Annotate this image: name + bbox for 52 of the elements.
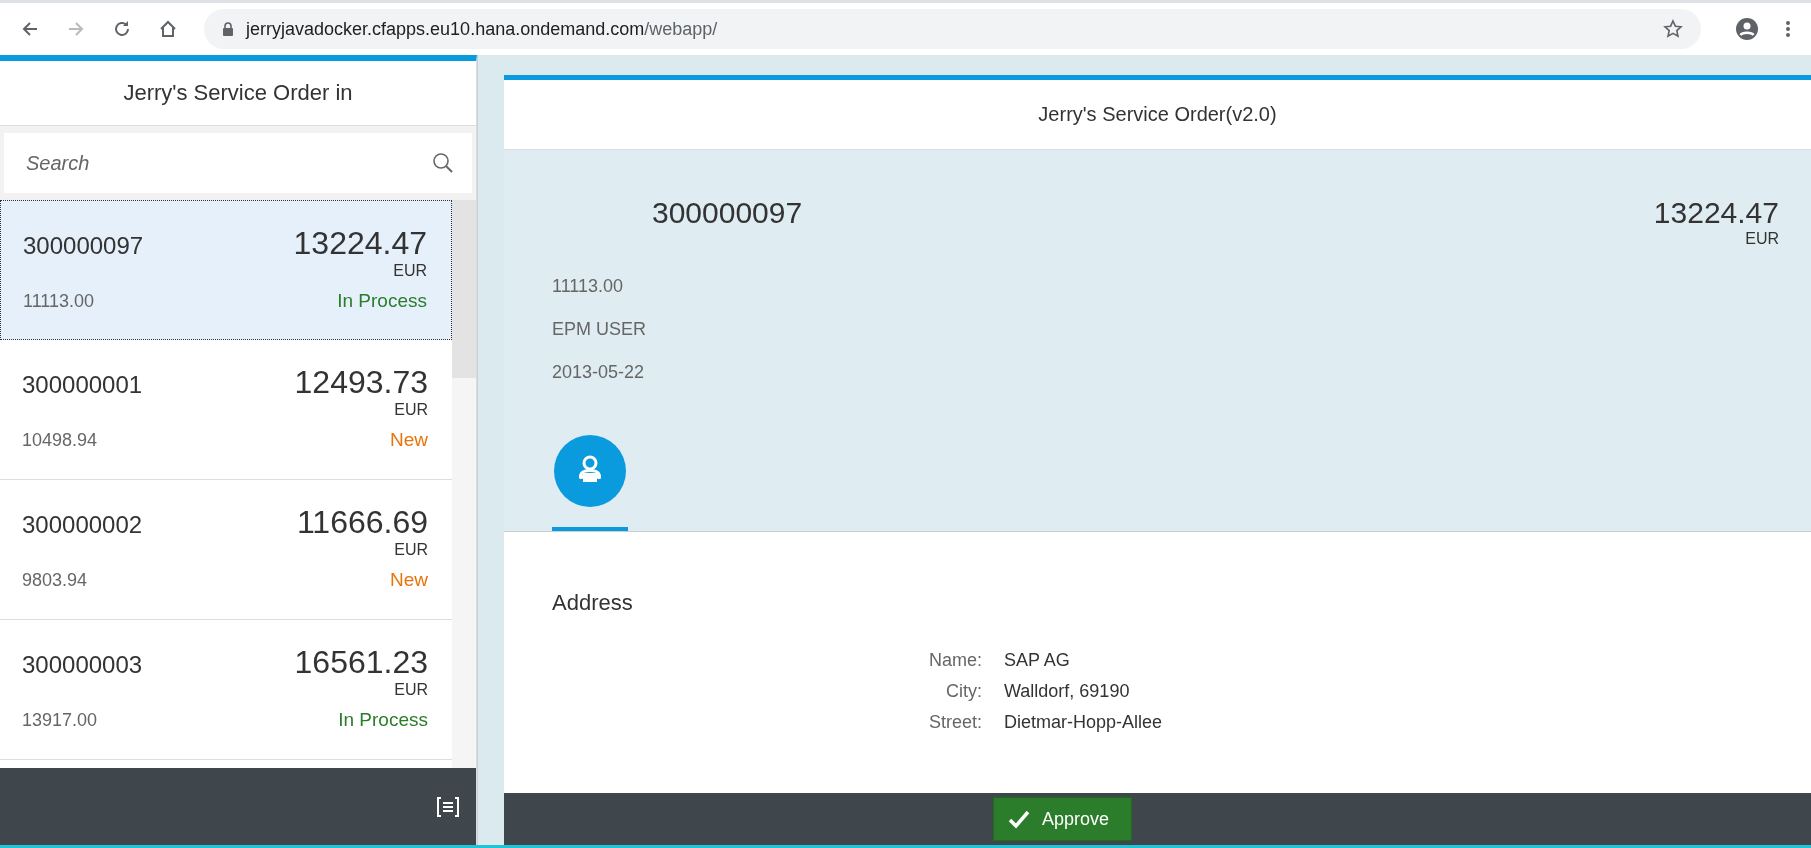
home-icon[interactable] (158, 19, 178, 39)
order-number: 300000097 (652, 196, 803, 231)
account-icon[interactable] (1735, 17, 1759, 41)
net-amount: 13917.00 (22, 710, 98, 731)
order-amount: 11666.69 (296, 504, 428, 541)
order-number: 300000002 (22, 511, 143, 539)
status-text: New (390, 569, 428, 591)
order-number: 300000097 (23, 232, 144, 260)
order-number: 300000003 (22, 651, 143, 679)
field-label: City: (945, 681, 982, 702)
attribute-text: 2013-05-22 (552, 362, 646, 383)
url-text: jerryjavadocker.cfapps.eu10.hana.ondemand.com/webapp/ (246, 18, 719, 40)
currency-text: EUR (392, 262, 427, 280)
menu-icon[interactable] (1785, 19, 1791, 39)
currency-text: EUR (1745, 230, 1779, 248)
field-label: Name: (928, 650, 982, 671)
address-bar[interactable]: jerryjavadocker.cfapps.eu10.hana.ondemand.com/webapp/ (204, 9, 1701, 49)
net-amount: 10498.94 (22, 430, 98, 451)
order-number: 300000001 (22, 371, 143, 399)
attribute-text: 11113.00 (552, 276, 625, 297)
status-text: New (390, 429, 428, 451)
field-value: Dietmar-Hopp-Allee (1004, 712, 1164, 733)
lock-icon (222, 22, 234, 36)
field-label: Street: (927, 712, 982, 733)
master-title: Jerry's Service Order in (123, 80, 353, 106)
attribute-text: EPM USER (552, 319, 648, 340)
field-value: SAP AG (1004, 650, 1071, 671)
order-amount: 13224.47 (1653, 196, 1779, 230)
currency-text: EUR (393, 681, 428, 699)
list-icon[interactable] (436, 795, 460, 818)
net-amount: 11113.00 (23, 291, 95, 312)
approve-button[interactable]: Approve (992, 797, 1132, 841)
search-field[interactable]: Search (4, 133, 472, 193)
order-amount: 16561.23 (294, 644, 428, 681)
scrollbar-thumb[interactable] (452, 200, 476, 378)
section-title: Address (552, 590, 634, 616)
star-icon[interactable] (1663, 19, 1683, 39)
status-text: In Process (338, 709, 428, 731)
order-amount: 13224.47 (293, 225, 427, 262)
net-amount: 9803.94 (22, 570, 88, 591)
currency-text: EUR (393, 541, 428, 559)
order-amount: 12493.73 (294, 364, 428, 401)
search-icon[interactable] (432, 152, 454, 174)
detail-title: Jerry's Service Order(v2.0) (1038, 103, 1277, 126)
status-text: In Process (337, 290, 427, 312)
person-icon (554, 435, 626, 507)
reload-icon[interactable] (112, 19, 132, 39)
order-list-item[interactable]: 300000097 13224.47 EUR 11113.00 In Process (0, 200, 452, 340)
currency-text: EUR (393, 401, 428, 419)
field-value: Walldorf, 69190 (1004, 681, 1131, 702)
icon-tab[interactable] (552, 435, 628, 531)
checkmark-icon (1007, 809, 1030, 829)
